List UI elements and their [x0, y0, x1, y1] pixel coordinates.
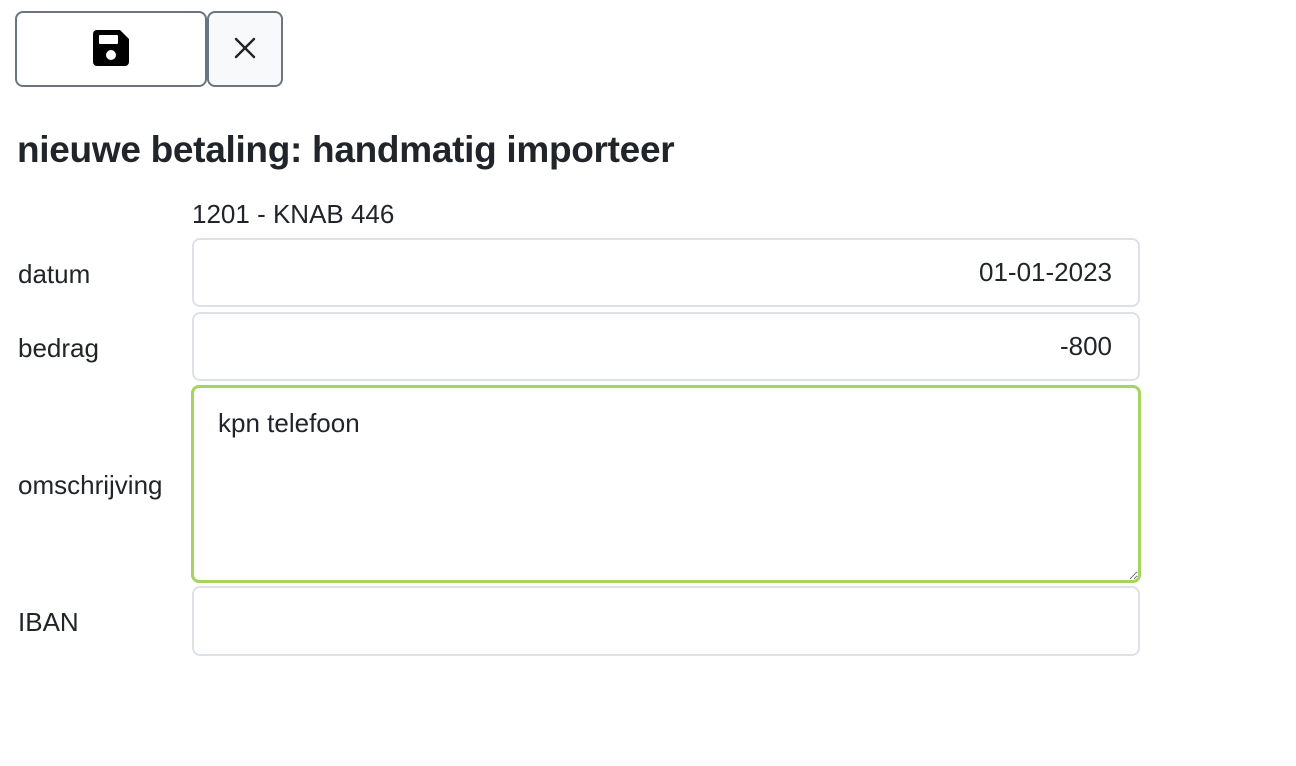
toolbar [15, 11, 283, 87]
iban-input[interactable] [192, 586, 1140, 656]
date-input[interactable] [192, 238, 1140, 307]
save-button[interactable] [15, 11, 207, 87]
description-label: omschrijving [18, 470, 163, 500]
date-label: datum [18, 259, 91, 289]
close-button[interactable] [207, 11, 283, 87]
account-label: 1201 - KNAB 446 [192, 199, 395, 229]
floppy-disk-icon [93, 29, 129, 69]
page-title: nieuwe betaling: handmatig importeer [17, 129, 675, 170]
amount-label: bedrag [18, 333, 99, 363]
iban-label: IBAN [18, 607, 79, 637]
description-textarea[interactable]: kpn telefoon [191, 385, 1141, 583]
amount-input[interactable] [192, 312, 1140, 381]
close-icon [233, 36, 257, 63]
